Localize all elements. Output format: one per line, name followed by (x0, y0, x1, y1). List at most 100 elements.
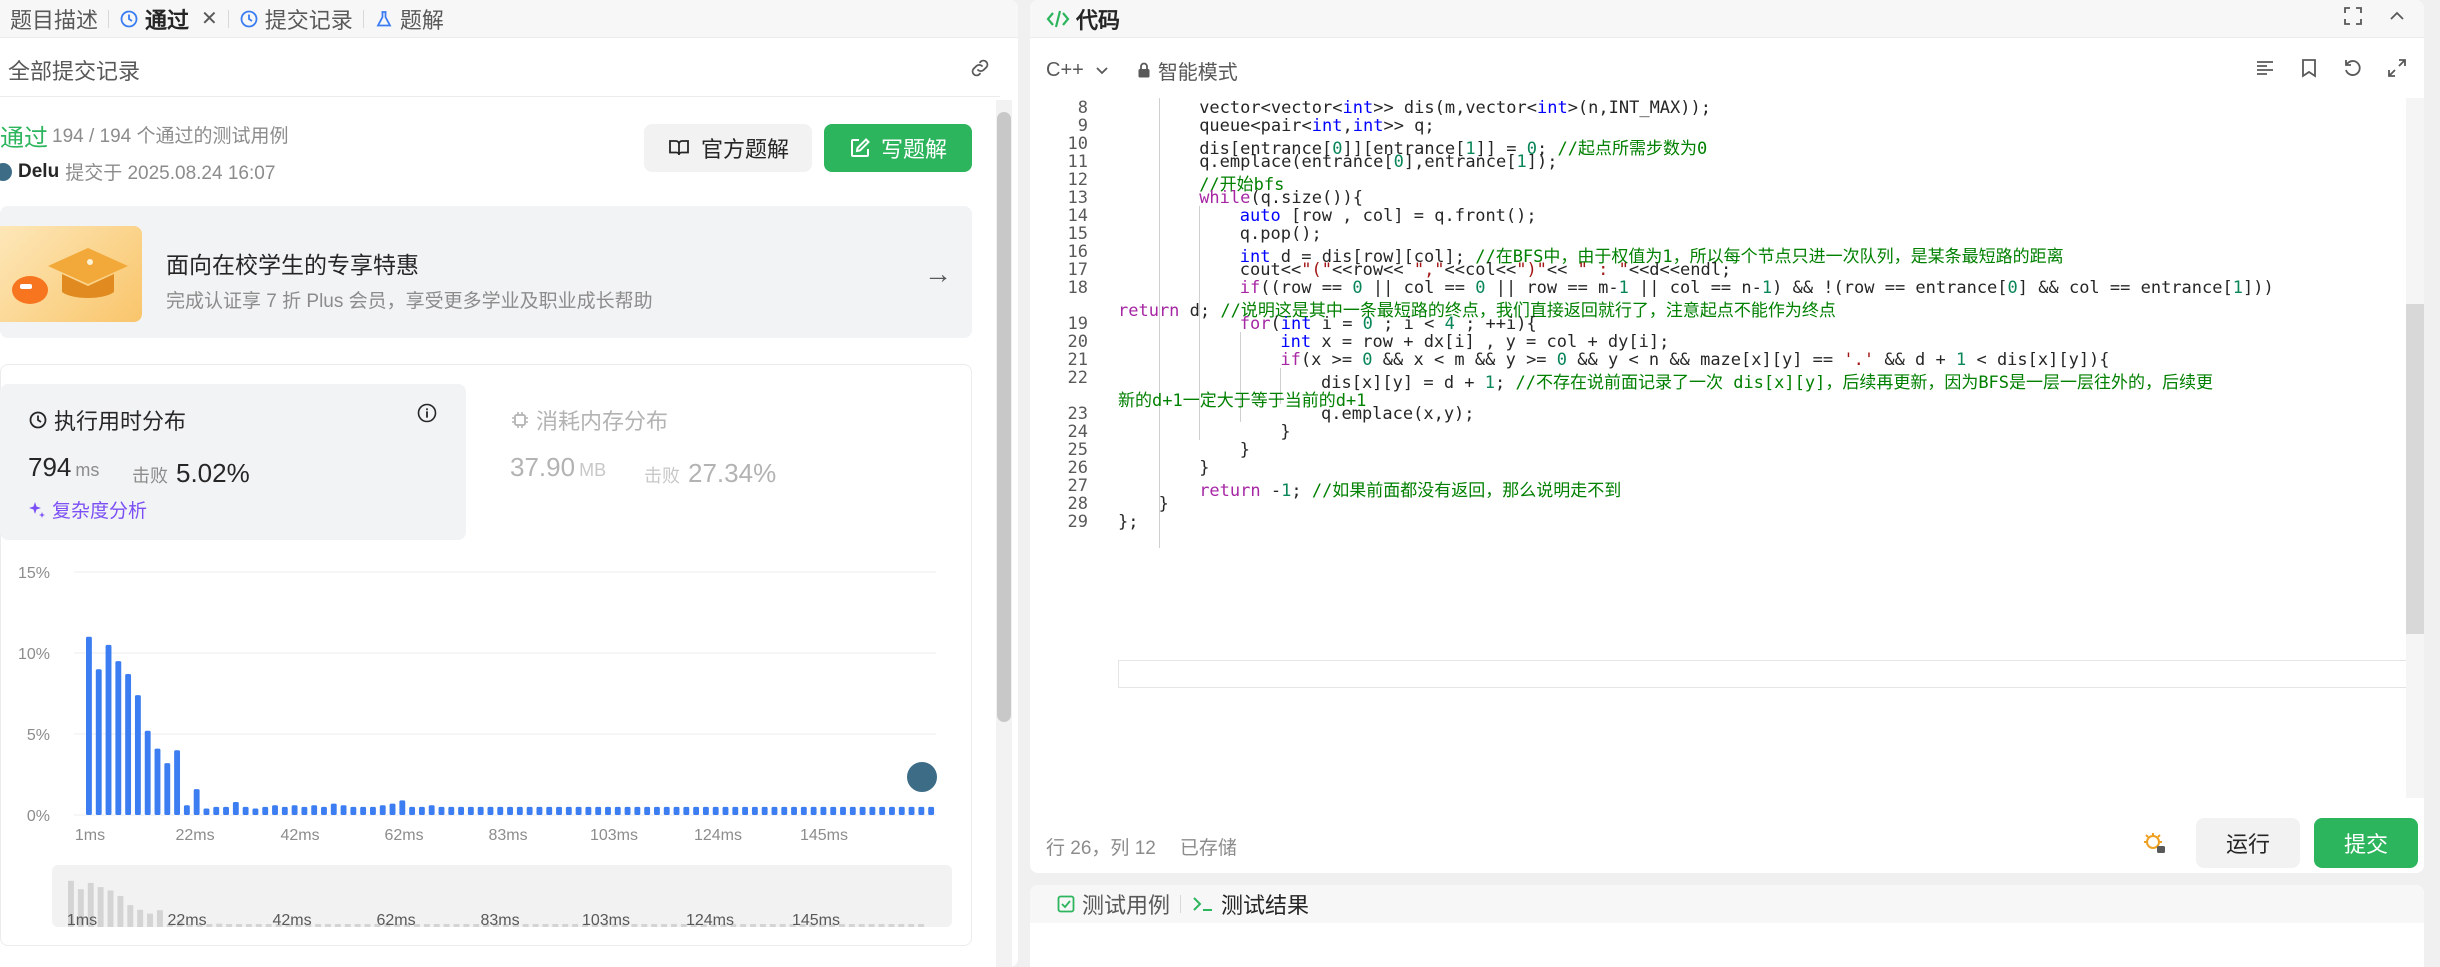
histogram-bar (487, 806, 494, 815)
reset-icon[interactable] (2342, 57, 2364, 84)
line-number: 26 (1067, 458, 1088, 478)
code-line: } (1239, 440, 1251, 460)
overview-bar (769, 924, 776, 927)
memory-beat: 击败 27.34% (644, 458, 776, 489)
tab-solutions[interactable]: 题解 (364, 0, 454, 38)
histogram-bar (556, 806, 562, 815)
runtime-distribution-chart[interactable]: 15% 10% 5% 0% 1ms 22ms 42ms 62ms 83ms 103ms 124ms 1… (0, 550, 972, 950)
overview-bar (661, 924, 668, 927)
complexity-label: 复杂度分析 (52, 501, 148, 522)
overview-tick-label: 62ms (376, 912, 415, 929)
histogram-bar (869, 806, 876, 815)
y-tick-label: 15% (18, 565, 50, 582)
code-line: dis[x][y] = d + 1; //不存在说前面记录了一次 dis[x][… (1321, 373, 2214, 393)
histogram-bar (193, 789, 200, 815)
histogram-bar (232, 802, 239, 815)
histogram-bar (262, 806, 269, 815)
code-content[interactable]: vector<vector<int>> dis(m,vector<int>(n,… (1118, 98, 2424, 798)
x-tick-label: 124ms (694, 827, 742, 844)
official-solution-button[interactable]: 官方题解 (644, 124, 812, 172)
x-tick-label: 1ms (75, 827, 105, 844)
run-button[interactable]: 运行 (2196, 818, 2300, 868)
flask-icon (374, 9, 394, 29)
tab-accepted[interactable]: 通过 ✕ (109, 0, 228, 38)
debug-icon[interactable] (2142, 830, 2168, 861)
tab-description[interactable]: 题目描述 (0, 0, 108, 38)
overview-bar (453, 924, 460, 927)
maximize-icon[interactable] (2342, 5, 2364, 32)
status-accepted: 通过 (0, 125, 48, 152)
avatar[interactable] (0, 162, 12, 181)
collapse-icon[interactable] (2386, 5, 2408, 32)
tab-testcase[interactable]: 测试用例 (1046, 885, 1180, 923)
checkbox-icon (1056, 894, 1076, 914)
link-icon[interactable] (968, 56, 992, 85)
x-tick-label: 145ms (800, 827, 848, 844)
overview-bar (522, 924, 529, 927)
histogram-bar (849, 806, 856, 815)
code-icon (1046, 8, 1070, 30)
line-numbers: 8 9 10 11 12 13 14 15 16 17 18 19 20 21 22 23 24 25 26 27 28… (1030, 98, 1088, 798)
code-toolbar: C++ 智能模式 (1030, 52, 2424, 88)
overview-bar (858, 924, 865, 927)
arrow-right-icon[interactable]: → (924, 258, 952, 290)
write-solution-button[interactable]: 写题解 (824, 124, 972, 172)
runtime-beat: 击败 5.02% (132, 458, 250, 489)
overview-bar (572, 924, 579, 927)
run-label: 运行 (2225, 832, 2270, 857)
overview-tick-label: 22ms (167, 912, 206, 929)
overview-bar (354, 924, 361, 927)
tab-solutions-label: 题解 (399, 7, 444, 33)
code-line: q.pop(); (1239, 224, 1322, 244)
overview-bar (562, 924, 569, 927)
histogram-bar (389, 803, 396, 815)
tab-submissions[interactable]: 提交记录 (229, 0, 363, 38)
bookmark-icon[interactable] (2298, 57, 2320, 84)
overview-tick-label: 124ms (686, 912, 734, 929)
all-submissions-link[interactable]: 全部提交记录 (8, 54, 140, 86)
tab-test-result[interactable]: 测试结果 (1181, 885, 1319, 923)
student-promo-banner[interactable]: 面向在校学生的专享特惠 完成认证享 7 折 Plus 会员，享受更多学业及职业成… (0, 206, 972, 338)
histogram-bar (370, 806, 376, 815)
complexity-analysis-link[interactable]: 复杂度分析 (28, 496, 147, 523)
submission-panel: 题目描述 通过 ✕ 提交记录 题解 全部提交记录 通过 194 / 194 个通… (0, 0, 1018, 967)
smart-mode-toggle[interactable]: 智能模式 (1136, 56, 1238, 85)
histogram-bar (154, 748, 161, 815)
histogram-bar (438, 806, 445, 815)
histogram-bar (751, 806, 758, 815)
overview-bar (107, 890, 114, 927)
histogram-bar (889, 806, 895, 815)
code-editor[interactable]: 8 9 10 11 12 13 14 15 16 17 18 19 20 21 22 23 24 25 26 27 28… (1030, 98, 2424, 798)
username[interactable]: Delu (18, 161, 59, 183)
histogram-bar (928, 806, 935, 815)
info-icon[interactable] (416, 402, 438, 429)
line-number: 16 (1067, 242, 1088, 262)
editor-scrollbar-thumb[interactable] (2406, 304, 2424, 634)
histogram-bar (820, 806, 827, 815)
language-select[interactable]: C++ (1046, 59, 1110, 82)
histogram-bar (585, 806, 592, 815)
close-icon[interactable]: ✕ (201, 6, 218, 31)
runtime-title: 执行用时分布 (28, 404, 186, 436)
scrollbar-thumb[interactable] (997, 112, 1011, 722)
overview-bar (631, 924, 638, 927)
histogram-bar (702, 806, 709, 815)
left-tabbar: 题目描述 通过 ✕ 提交记录 题解 (0, 0, 1018, 38)
saved-status: 已存储 (1179, 837, 1237, 859)
submit-button[interactable]: 提交 (2314, 818, 2418, 868)
fullscreen-icon[interactable] (2386, 57, 2408, 84)
histogram-bar (95, 669, 102, 815)
histogram-bar (859, 806, 866, 815)
histogram-bar (800, 806, 807, 815)
code-title: 代码 (1046, 3, 1120, 35)
memory-card[interactable]: 消耗内存分布 37.90 MB 击败 27.34% (490, 384, 950, 540)
histogram-bar (634, 806, 641, 815)
histogram-bar (399, 800, 406, 815)
overview-tick-label: 103ms (582, 912, 630, 929)
line-number: 15 (1067, 224, 1088, 244)
histogram-bar (340, 805, 347, 815)
histogram-bar (840, 806, 846, 815)
runtime-title-text: 执行用时分布 (54, 409, 187, 434)
histogram-bar (683, 806, 690, 815)
format-icon[interactable] (2254, 57, 2276, 84)
